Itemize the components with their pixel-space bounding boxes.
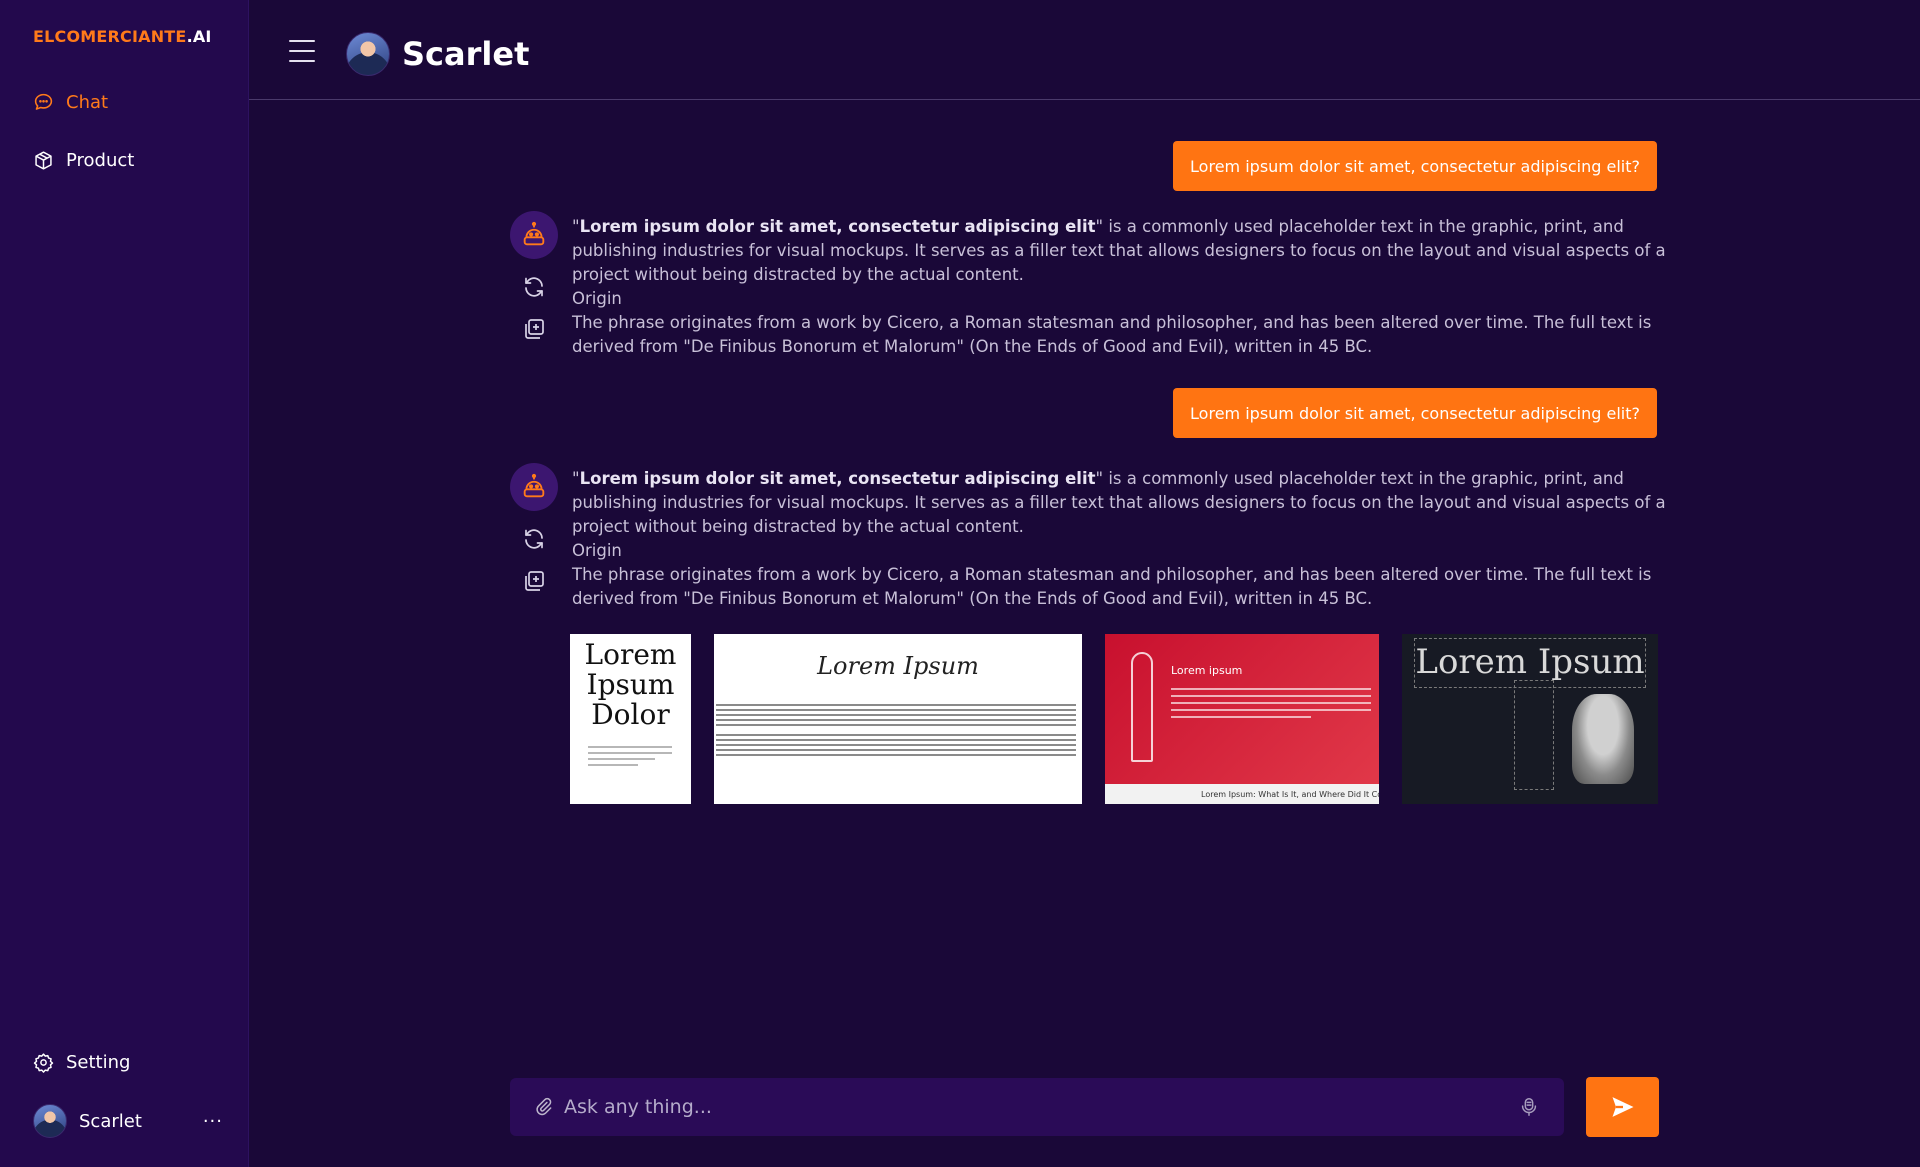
image-thumbnail[interactable]: Lorem Ipsum Dolor	[570, 634, 691, 804]
chat-header: Scarlet	[249, 0, 1920, 100]
user-name: Scarlet	[79, 1110, 142, 1132]
paperclip-icon[interactable]	[534, 1097, 554, 1117]
copy-icon[interactable]	[522, 569, 546, 593]
thumbnail-text-lines	[1171, 688, 1371, 723]
thumbnail-text: Lorem Ipsum	[1415, 642, 1645, 682]
origin-text: The phrase originates from a work by Cic…	[572, 565, 1652, 608]
thumbnail-text: Lorem ipsum	[1171, 664, 1243, 677]
bot-answer-paragraph: "Lorem ipsum dolor sit amet, consectetur…	[572, 217, 1666, 284]
sidebar-item-chat[interactable]: Chat	[33, 87, 108, 117]
robot-icon	[523, 221, 545, 246]
thumbnail-text: Lorem Ipsum Dolor	[584, 638, 677, 731]
sidebar-item-setting[interactable]: Setting	[33, 1047, 130, 1077]
avatar	[33, 1104, 67, 1138]
sidebar-item-label: Chat	[66, 91, 109, 113]
gear-icon	[33, 1052, 54, 1073]
origin-heading: Origin	[572, 541, 622, 560]
thumbnail-text: Lorem Ipsum	[817, 652, 979, 680]
robot-icon	[523, 473, 545, 498]
avatar	[346, 32, 390, 76]
column-graphic	[1514, 680, 1554, 790]
bold-phrase: Lorem ipsum dolor sit amet, consectetur …	[579, 469, 1096, 488]
pen-graphic	[1131, 652, 1153, 762]
bust-graphic	[1572, 694, 1634, 784]
more-options-button[interactable]: ···	[203, 1111, 223, 1132]
bot-message-text: "Lorem ipsum dolor sit amet, consectetur…	[572, 467, 1672, 611]
bot-message-text: "Lorem ipsum dolor sit amet, consectetur…	[572, 215, 1672, 359]
bot-avatar	[510, 211, 558, 259]
copy-icon[interactable]	[522, 317, 546, 341]
thumbnail-caption: Lorem Ipsum: What Is It, and Where Did I…	[1105, 784, 1379, 804]
user-profile[interactable]: Scarlet ···	[33, 1104, 223, 1138]
message-composer	[510, 1078, 1564, 1136]
brand-suffix: .AI	[186, 27, 212, 46]
image-thumbnail[interactable]: Lorem ipsum Lorem Ipsum: What Is It, and…	[1105, 634, 1379, 804]
menu-icon[interactable]	[289, 40, 315, 62]
user-message: Lorem ipsum dolor sit amet, consectetur …	[1173, 388, 1657, 438]
bot-answer-paragraph: "Lorem ipsum dolor sit amet, consectetur…	[572, 469, 1666, 536]
image-thumbnail[interactable]: Lorem Ipsum	[714, 634, 1082, 804]
user-message: Lorem ipsum dolor sit amet, consectetur …	[1173, 141, 1657, 191]
thumbnail-text-lines	[588, 746, 672, 770]
message-input[interactable]	[564, 1096, 1518, 1118]
bot-avatar	[510, 463, 558, 511]
origin-text: The phrase originates from a work by Cic…	[572, 313, 1652, 356]
regenerate-icon[interactable]	[522, 275, 546, 299]
image-thumbnail[interactable]: Lorem Ipsum	[1402, 634, 1658, 804]
sidebar-item-label: Product	[66, 149, 135, 171]
page-title: Scarlet	[402, 35, 530, 73]
brand-logo[interactable]: ELCOMERCIANTE.AI	[33, 27, 212, 46]
bold-phrase: Lorem ipsum dolor sit amet, consectetur …	[579, 217, 1096, 236]
sidebar-item-label: Setting	[66, 1051, 131, 1073]
sidebar-item-product[interactable]: Product	[33, 145, 134, 175]
image-results: Lorem Ipsum Dolor Lorem Ipsum Lorem ipsu…	[570, 634, 1658, 804]
chat-bubble-icon	[34, 93, 53, 110]
box-icon	[35, 150, 52, 170]
send-button[interactable]	[1586, 1077, 1659, 1137]
brand-name: ELCOMERCIANTE	[33, 27, 187, 46]
origin-heading: Origin	[572, 289, 622, 308]
thumbnail-text-lines	[716, 704, 1076, 759]
regenerate-icon[interactable]	[522, 527, 546, 551]
sidebar: ELCOMERCIANTE.AI Chat Product Setting Sc…	[0, 0, 249, 1167]
send-icon	[1612, 1097, 1633, 1117]
microphone-icon[interactable]	[1518, 1096, 1540, 1118]
